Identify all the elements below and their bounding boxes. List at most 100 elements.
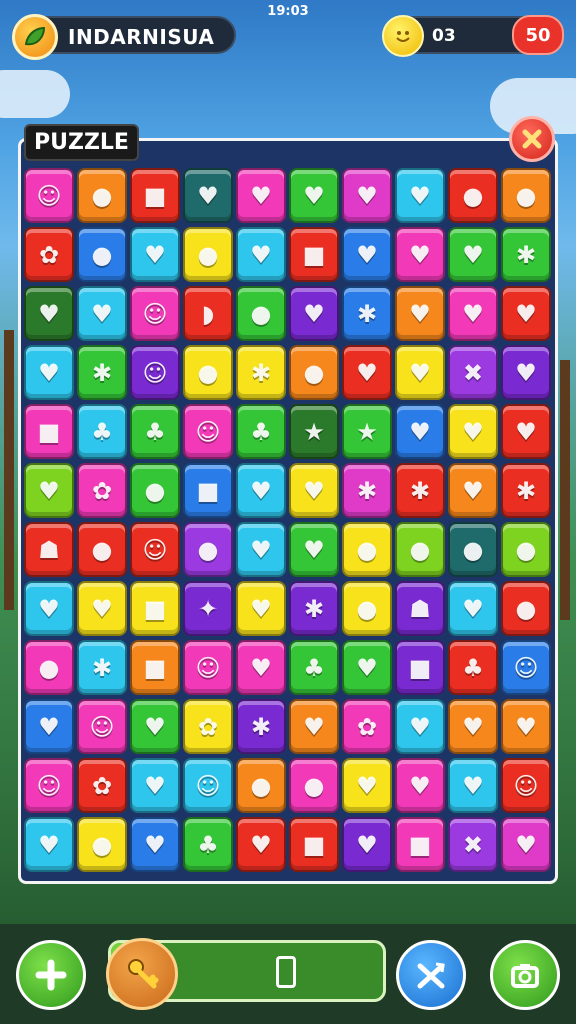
puzzle-tile[interactable]: ■ (130, 581, 180, 636)
avatar[interactable] (12, 14, 58, 60)
puzzle-tile[interactable]: ■ (183, 463, 233, 518)
puzzle-tile[interactable]: ● (183, 227, 233, 282)
puzzle-tile[interactable]: ♥ (130, 817, 180, 872)
puzzle-tile[interactable]: ♥ (24, 286, 74, 341)
puzzle-tile[interactable]: ✿ (77, 758, 127, 813)
puzzle-tile[interactable]: ♥ (77, 286, 127, 341)
puzzle-tile[interactable]: ☗ (395, 581, 445, 636)
puzzle-tile[interactable]: ♣ (236, 404, 286, 459)
coin-counter[interactable]: 03 50 (382, 15, 564, 57)
puzzle-tile[interactable]: ✱ (289, 581, 339, 636)
puzzle-tile[interactable]: ☺ (183, 640, 233, 695)
puzzle-tile[interactable]: ● (395, 522, 445, 577)
puzzle-tile[interactable]: ♥ (395, 699, 445, 754)
puzzle-tile[interactable]: ● (77, 522, 127, 577)
puzzle-tile[interactable]: ♥ (342, 168, 392, 223)
puzzle-tile[interactable]: ■ (130, 168, 180, 223)
puzzle-tile[interactable]: ♥ (448, 758, 498, 813)
puzzle-tile[interactable]: ♥ (448, 581, 498, 636)
puzzle-tile[interactable]: ♥ (501, 286, 551, 341)
puzzle-tile[interactable]: ☗ (24, 522, 74, 577)
key-button[interactable] (106, 938, 178, 1010)
puzzle-tile[interactable]: ♥ (236, 640, 286, 695)
puzzle-tile[interactable]: ◗ (183, 286, 233, 341)
puzzle-tile[interactable]: ♥ (24, 817, 74, 872)
puzzle-tile[interactable]: ♥ (24, 345, 74, 400)
puzzle-tile[interactable]: ♥ (342, 640, 392, 695)
puzzle-tile[interactable]: ♥ (395, 345, 445, 400)
puzzle-tile[interactable]: ♥ (395, 404, 445, 459)
puzzle-tile[interactable]: ♥ (289, 463, 339, 518)
puzzle-tile[interactable]: ♥ (448, 286, 498, 341)
puzzle-tile[interactable]: ♥ (395, 758, 445, 813)
puzzle-tile[interactable]: ✿ (77, 463, 127, 518)
puzzle-tile[interactable]: ● (448, 522, 498, 577)
puzzle-tile[interactable]: ● (289, 758, 339, 813)
puzzle-tile[interactable]: ♥ (289, 522, 339, 577)
puzzle-tile[interactable]: ● (289, 345, 339, 400)
puzzle-tile[interactable]: ☺ (501, 640, 551, 695)
puzzle-tile[interactable]: ✿ (342, 699, 392, 754)
puzzle-tile[interactable]: ♣ (289, 640, 339, 695)
camera-button[interactable] (490, 940, 560, 1010)
puzzle-tile[interactable]: ☺ (130, 522, 180, 577)
puzzle-tile[interactable]: ■ (130, 640, 180, 695)
puzzle-tile[interactable]: ● (236, 758, 286, 813)
puzzle-tile[interactable]: ✱ (77, 345, 127, 400)
puzzle-tile[interactable]: ♥ (395, 227, 445, 282)
puzzle-tile[interactable]: ♥ (448, 404, 498, 459)
puzzle-tile[interactable]: ✱ (77, 640, 127, 695)
puzzle-tile[interactable]: ♥ (236, 227, 286, 282)
puzzle-tile[interactable]: ✱ (501, 227, 551, 282)
puzzle-tile[interactable]: ✖ (448, 817, 498, 872)
puzzle-tile[interactable]: ♥ (236, 463, 286, 518)
puzzle-tile[interactable]: ♣ (183, 817, 233, 872)
puzzle-tile[interactable]: ♥ (289, 699, 339, 754)
puzzle-tile[interactable]: ♥ (236, 168, 286, 223)
puzzle-tile[interactable]: ■ (395, 817, 445, 872)
puzzle-tile[interactable]: ● (24, 640, 74, 695)
puzzle-tile[interactable]: ● (77, 227, 127, 282)
puzzle-tile[interactable]: ♥ (236, 817, 286, 872)
puzzle-tile[interactable]: ● (342, 522, 392, 577)
puzzle-tile[interactable]: ✱ (236, 699, 286, 754)
puzzle-tile[interactable]: ■ (289, 227, 339, 282)
puzzle-tile[interactable]: ☺ (77, 699, 127, 754)
puzzle-tile[interactable]: ♥ (24, 463, 74, 518)
puzzle-tile[interactable]: ■ (395, 640, 445, 695)
puzzle-tile[interactable]: ✱ (501, 463, 551, 518)
puzzle-tile[interactable]: ♥ (448, 463, 498, 518)
puzzle-tile[interactable]: ☺ (24, 758, 74, 813)
puzzle-tile[interactable]: ♣ (448, 640, 498, 695)
puzzle-tile[interactable]: ♥ (448, 227, 498, 282)
puzzle-tile[interactable]: ● (183, 522, 233, 577)
puzzle-tile[interactable]: ☺ (130, 286, 180, 341)
puzzle-tile[interactable]: ♥ (501, 404, 551, 459)
puzzle-tile[interactable]: ♥ (501, 699, 551, 754)
shuffle-button[interactable] (396, 940, 466, 1010)
puzzle-tile[interactable]: ♥ (342, 345, 392, 400)
puzzle-tile[interactable]: ● (130, 463, 180, 518)
player-profile[interactable]: INDARNISUA (12, 14, 236, 60)
puzzle-tile[interactable]: ✖ (448, 345, 498, 400)
puzzle-tile[interactable]: ☺ (183, 758, 233, 813)
puzzle-tile[interactable]: ♥ (501, 817, 551, 872)
close-button[interactable] (509, 116, 555, 162)
puzzle-tile[interactable]: ✱ (342, 286, 392, 341)
puzzle-tile[interactable]: ♥ (395, 286, 445, 341)
puzzle-tile[interactable]: ✱ (342, 463, 392, 518)
puzzle-tile[interactable]: ■ (24, 404, 74, 459)
puzzle-tile[interactable]: ♥ (342, 817, 392, 872)
puzzle-tile[interactable]: ■ (289, 817, 339, 872)
puzzle-tile[interactable]: ★ (342, 404, 392, 459)
puzzle-tile[interactable]: ✱ (395, 463, 445, 518)
puzzle-tile[interactable]: ♣ (77, 404, 127, 459)
puzzle-tile[interactable]: ☺ (183, 404, 233, 459)
energy-badge[interactable]: 50 (512, 15, 564, 55)
puzzle-tile[interactable]: ● (501, 168, 551, 223)
puzzle-tile[interactable]: ✦ (183, 581, 233, 636)
puzzle-tile[interactable]: ♥ (130, 227, 180, 282)
puzzle-tile[interactable]: ♥ (236, 522, 286, 577)
puzzle-tile[interactable]: ♥ (395, 168, 445, 223)
puzzle-tile[interactable]: ● (501, 581, 551, 636)
